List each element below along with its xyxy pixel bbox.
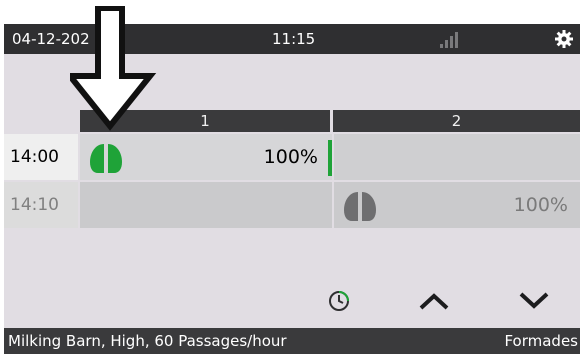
row-time-2: 14:10	[4, 182, 78, 228]
cell-percent: 100%	[513, 194, 568, 216]
chevron-up-icon[interactable]	[416, 284, 452, 318]
clock-icon[interactable]	[326, 284, 352, 318]
signal-bars-icon	[440, 32, 460, 48]
chevron-down-icon[interactable]	[516, 284, 552, 318]
table-cell-row1-col2[interactable]	[334, 134, 580, 180]
gear-icon[interactable]	[554, 29, 574, 49]
table-cell-row1-col1[interactable]: 100%	[80, 134, 332, 180]
table-cell-row2-col1[interactable]	[80, 182, 332, 228]
status-time: 11:15	[272, 30, 316, 48]
active-indicator	[328, 140, 332, 176]
down-arrow-icon	[70, 6, 157, 131]
table-cell-row2-col2[interactable]: 100%	[334, 182, 580, 228]
hoof-icon	[344, 192, 376, 221]
footer-right-label: Formades	[504, 332, 578, 350]
row-time-1: 14:00	[4, 134, 78, 180]
cell-percent: 100%	[263, 146, 318, 168]
column-header-2: 2	[333, 110, 580, 132]
footer-bar: Milking Barn, High, 60 Passages/hour For…	[4, 328, 580, 354]
footer-info: Milking Barn, High, 60 Passages/hour	[8, 332, 287, 350]
hoof-icon	[90, 144, 122, 173]
